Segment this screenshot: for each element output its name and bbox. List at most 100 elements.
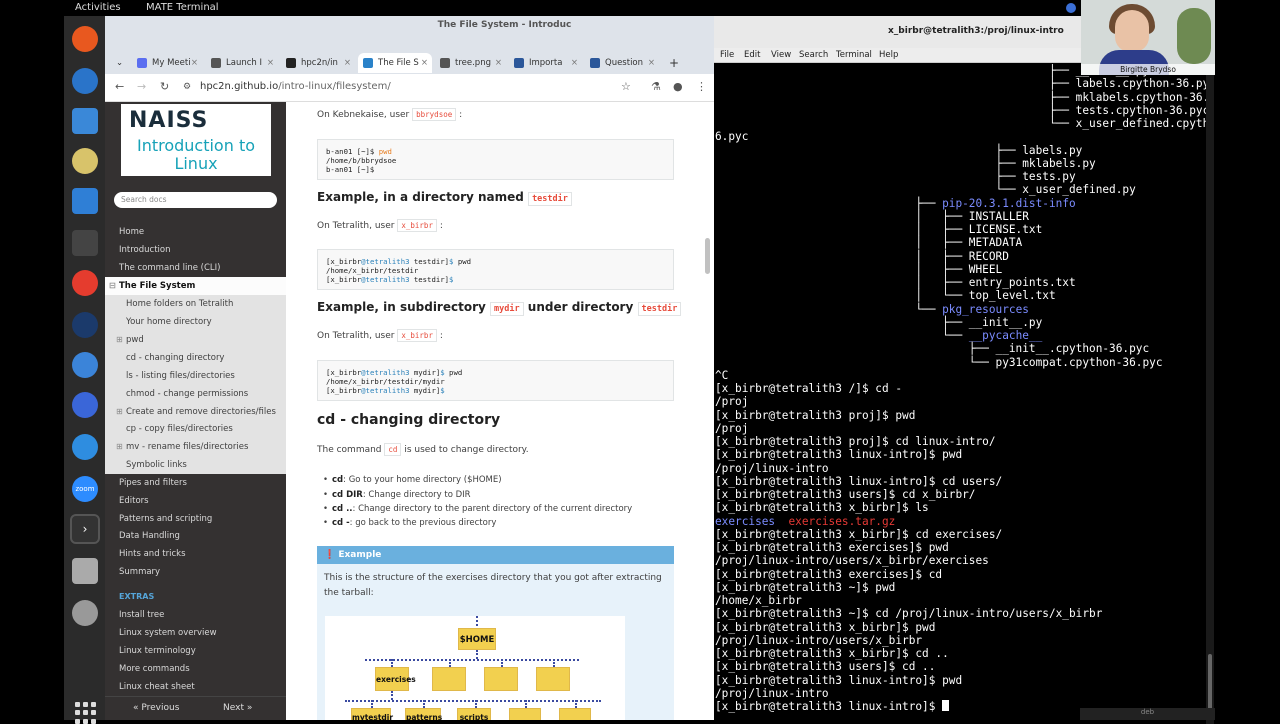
terminal-output[interactable]: ├── __init__.py ├── labels.cpython-36.py… [715, 64, 1211, 724]
new-tab-button[interactable]: + [665, 53, 685, 73]
terminal-menu-file[interactable]: File [720, 50, 734, 60]
menu-icon[interactable]: ⋮ [696, 80, 707, 93]
heading-example-directory: Example, in a directory named testdir [317, 190, 572, 206]
chromium-icon[interactable] [72, 352, 98, 378]
usb-creator-icon[interactable] [72, 558, 98, 584]
admonition-title: ❗ Example [317, 546, 674, 564]
sidebar-item[interactable]: Home folders on Tetralith [105, 295, 286, 313]
terminal-icon[interactable]: › [70, 514, 100, 544]
sidebar-item[interactable]: Introduction [105, 241, 286, 259]
address-bar: ← → ↻ ⚙ hpc2n.github.io/intro-linux/file… [105, 74, 714, 102]
sidebar-item[interactable]: More commands [105, 660, 286, 678]
sidebar-item[interactable]: Patterns and scripting [105, 510, 286, 528]
sidebar-item[interactable]: Your home directory [105, 313, 286, 331]
help-icon[interactable] [72, 270, 98, 296]
expand-toggle-icon[interactable]: ⊞ [116, 403, 123, 421]
extensions-icon[interactable]: ⚗ [651, 80, 661, 93]
naiss-logo[interactable]: NAISS Introduction to Linux [121, 104, 271, 176]
sidebar-item[interactable]: Pipes and filters [105, 474, 286, 492]
terminal-menu-terminal[interactable]: Terminal [836, 50, 872, 60]
sidebar-item[interactable]: Home [105, 223, 286, 241]
sidebar-item[interactable]: The command line (CLI) [105, 259, 286, 277]
writer-icon[interactable] [72, 188, 98, 214]
forward-icon[interactable]: → [137, 80, 146, 93]
sidebar-item[interactable]: Editors [105, 492, 286, 510]
sidebar-item[interactable]: cp - copy files/directories [105, 420, 286, 438]
tab-favicon-icon [363, 58, 373, 68]
url-field[interactable]: hpc2n.github.io/intro-linux/filesystem/ [200, 81, 391, 92]
expand-toggle-icon[interactable]: ⊟ [109, 277, 116, 295]
terminal-menu-help[interactable]: Help [879, 50, 898, 60]
sidebar-item[interactable]: ls - listing files/directories [105, 367, 286, 385]
site-info-icon[interactable]: ⚙ [183, 82, 191, 92]
steam-icon[interactable] [72, 312, 98, 338]
tab-label: The File S [378, 58, 419, 68]
tab-close-icon[interactable]: × [344, 53, 351, 73]
remote-icon[interactable] [72, 434, 98, 460]
previous-button[interactable]: « Previous [133, 703, 179, 713]
sidebar-item[interactable]: Linux cheat sheet [105, 678, 286, 696]
sidebar-item[interactable]: ⊞ mv - rename files/directories [105, 438, 286, 456]
sidebar-item[interactable]: Linux terminology [105, 642, 286, 660]
rhythmbox-icon[interactable] [72, 148, 98, 174]
tab-favicon-icon [211, 58, 221, 68]
plant-image [1177, 8, 1211, 64]
sidebar-item: EXTRAS [105, 588, 286, 606]
trash-icon[interactable] [72, 600, 98, 626]
sidebar-item[interactable]: ⊟ The File System [105, 277, 286, 295]
content-scrollbar[interactable] [705, 238, 710, 274]
search-docs-input[interactable]: Search docs [114, 192, 277, 208]
expand-toggle-icon[interactable]: ⊞ [116, 438, 123, 456]
sidebar-item-label: ls - listing files/directories [126, 371, 235, 381]
browser-tab[interactable]: The File S × [358, 53, 432, 73]
terminal-menu-view[interactable]: View [771, 50, 791, 60]
sidebar-item[interactable]: Linux system overview [105, 624, 286, 642]
profile-icon[interactable]: ● [673, 80, 683, 93]
sidebar-item[interactable]: Install tree [105, 606, 286, 624]
bookmark-star-icon[interactable]: ☆ [621, 80, 631, 93]
browser-tab[interactable]: hpc2n/in × [281, 53, 355, 73]
firefox-icon[interactable] [72, 26, 98, 52]
tab-close-icon[interactable]: × [267, 53, 274, 73]
terminal-menu-search[interactable]: Search [799, 50, 828, 60]
reload-icon[interactable]: ↻ [160, 80, 169, 93]
tab-close-icon[interactable]: × [648, 53, 655, 73]
tab-close-icon[interactable]: × [421, 53, 428, 73]
terminal-scrollbar[interactable] [1206, 64, 1214, 724]
signal-icon[interactable] [72, 392, 98, 418]
thunderbird-icon[interactable] [72, 68, 98, 94]
bottom-right-label: deb [1080, 708, 1215, 720]
sidebar-item[interactable]: cd - changing directory [105, 349, 286, 367]
browser-tab[interactable]: Question × [585, 53, 659, 73]
next-button[interactable]: Next » [223, 703, 252, 713]
sidebar-item[interactable]: Hints and tricks [105, 545, 286, 563]
app-grid-icon[interactable] [75, 702, 97, 724]
files-icon[interactable] [72, 108, 98, 134]
tab-list-icon[interactable]: ⌄ [113, 53, 129, 73]
activities-button[interactable]: Activities [75, 0, 121, 16]
sidebar-item[interactable]: Symbolic links [105, 456, 286, 474]
inline-code-user: bbrydsoe [412, 108, 457, 121]
sidebar-item[interactable]: ⊞ Create and remove directories/files [105, 403, 286, 421]
sidebar-item[interactable]: ⊞ pwd [105, 331, 286, 349]
sidebar-item[interactable]: Summary [105, 563, 286, 581]
active-app-label[interactable]: MATE Terminal [146, 0, 219, 16]
back-icon[interactable]: ← [115, 80, 124, 93]
sidebar-item[interactable]: Data Handling [105, 527, 286, 545]
tab-close-icon[interactable]: × [495, 53, 502, 73]
browser-tab[interactable]: Importa × [509, 53, 582, 73]
tree-node-mytestdir: mytestdir [351, 708, 393, 720]
browser-tab[interactable]: tree.png × [435, 53, 506, 73]
system-monitor-icon[interactable] [72, 230, 98, 256]
terminal-title: x_birbr@tetralith3:/proj/linux-intro [888, 26, 1064, 36]
webcam-feed: Birgitte Brydso [1081, 0, 1215, 75]
tab-close-icon[interactable]: × [191, 53, 198, 73]
tab-close-icon[interactable]: × [571, 53, 578, 73]
expand-toggle-icon[interactable]: ⊞ [116, 331, 123, 349]
terminal-menu-edit[interactable]: Edit [744, 50, 760, 60]
status-indicator-icon[interactable] [1066, 3, 1076, 13]
browser-tab[interactable]: Launch I × [206, 53, 278, 73]
zoom-icon[interactable]: zoom [72, 476, 98, 502]
browser-tab[interactable]: My Meeti × [132, 53, 202, 73]
sidebar-item[interactable]: chmod - change permissions [105, 385, 286, 403]
